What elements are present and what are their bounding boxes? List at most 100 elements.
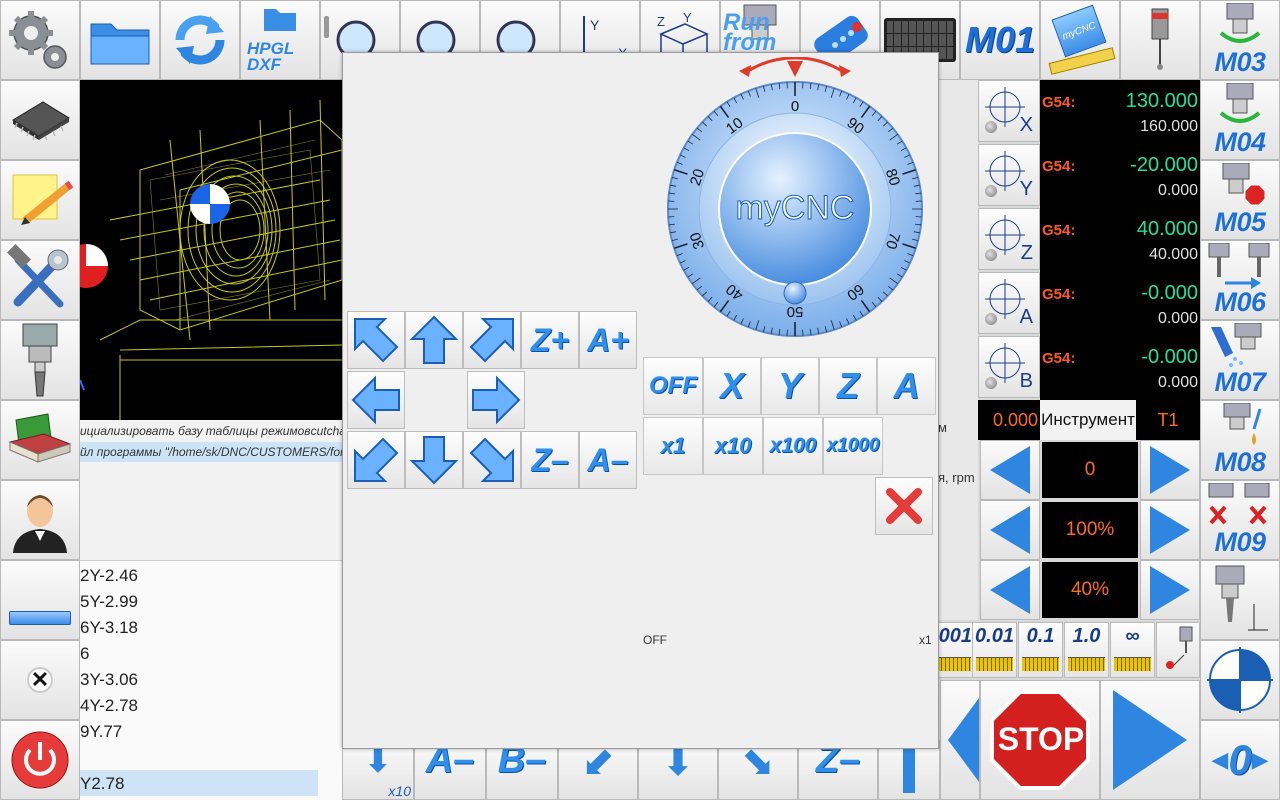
jog-up-right-button[interactable] [463, 311, 521, 369]
axis-select-a[interactable]: A [877, 357, 936, 415]
status-led [985, 377, 997, 389]
dro-z: G54: 40.000 40.000 [1040, 208, 1200, 272]
toolpath-3d-view[interactable] [80, 80, 342, 420]
axis-b-zero-button[interactable]: B [978, 336, 1040, 398]
axis-a-zero-button[interactable]: A [978, 272, 1040, 334]
jog-diag-button[interactable]: ⬊ [718, 740, 798, 800]
settings-button[interactable] [0, 0, 80, 80]
m04-button[interactable]: M04 [1200, 80, 1280, 160]
jog-down-right-button[interactable] [463, 431, 521, 489]
jog-up-button[interactable] [405, 311, 463, 369]
override-increase-button[interactable] [1140, 440, 1200, 500]
step-button[interactable]: 1.0 [1064, 622, 1109, 678]
library-button[interactable] [0, 400, 80, 480]
jog-z-minus-button[interactable]: Z– [521, 431, 579, 489]
power-button[interactable] [0, 720, 80, 800]
hpgl-dxf-button[interactable]: HPGL DXF [240, 0, 320, 80]
m03-button[interactable]: M03 [1200, 0, 1280, 80]
step-button[interactable]: 0.01 [972, 622, 1017, 678]
multiplier-x100[interactable]: x100 [763, 417, 823, 475]
reload-button[interactable] [160, 0, 240, 80]
arrow-down-left-icon [354, 437, 399, 482]
tool-length-button[interactable] [1200, 560, 1280, 640]
step-button[interactable]: ∞ [1110, 622, 1155, 678]
m06-button[interactable]: M06 [1200, 240, 1280, 320]
multiplier-x1000[interactable]: x1000 [823, 417, 883, 475]
close-dialog-button[interactable] [875, 477, 933, 535]
refresh-icon [175, 15, 225, 65]
step-label: ∞ [1125, 625, 1140, 647]
step-label: 0.1 [1026, 625, 1055, 647]
jog-a-minus-button[interactable]: A– [414, 740, 486, 800]
measure-button[interactable]: myCNC [1040, 0, 1120, 80]
multiplier-x1[interactable]: x1 [643, 417, 703, 475]
wcs-label: G54: [1042, 222, 1076, 239]
axis-y-zero-button[interactable]: Y [978, 144, 1040, 206]
override-decrease-button[interactable] [980, 560, 1040, 620]
reference-button[interactable] [1200, 640, 1280, 720]
hpgl-dxf-label: HPGL DXF [247, 39, 295, 74]
tool-length-value: 0.000 [978, 400, 1040, 440]
axis-select-off[interactable]: OFF [643, 357, 703, 415]
jog-z-minus-button[interactable]: Z– [798, 740, 878, 800]
jog-a-plus-button[interactable]: A+ [579, 311, 637, 369]
tools-button[interactable] [0, 240, 80, 320]
m01-button[interactable]: M01 [960, 0, 1040, 80]
jog-down-button[interactable]: ⬇ [638, 740, 718, 800]
handwheel-dial[interactable]: 0102030405060708090 myCNC [661, 57, 929, 339]
jog-b-minus-button[interactable]: B– [486, 740, 558, 800]
m03-label: M03 [1214, 47, 1266, 77]
axis-select-y[interactable]: Y [761, 357, 819, 415]
jog-z-plus-button[interactable]: Z+ [521, 311, 579, 369]
spindle-button[interactable] [0, 320, 80, 400]
m07-button[interactable]: M07 [1200, 320, 1280, 400]
axis-z-zero-button[interactable]: Z [978, 208, 1040, 270]
jog-down-left-button[interactable] [347, 431, 405, 489]
jog-diag-button[interactable]: ⬋ [558, 740, 638, 800]
override-decrease-button[interactable] [980, 500, 1040, 560]
override-increase-button[interactable] [1140, 560, 1200, 620]
axis-select-x[interactable]: X [703, 357, 761, 415]
gcode-scrollbar[interactable] [324, 16, 329, 38]
probe-step-button[interactable] [1156, 622, 1200, 678]
multiplier-x10[interactable]: x10 [703, 417, 763, 475]
coolant-off-icon [1208, 483, 1270, 525]
open-file-button[interactable] [80, 0, 160, 80]
minimize-button[interactable] [0, 560, 80, 640]
gcode-line: 4Y-2.78 [80, 696, 138, 715]
wcs-label: G54: [1042, 350, 1076, 367]
a-minus-label: A– [587, 441, 629, 478]
user-button[interactable] [0, 480, 80, 560]
axis-select-z[interactable]: Z [819, 357, 877, 415]
arrow-up-right-icon [469, 318, 514, 363]
wcs-label: G54: [1042, 94, 1076, 111]
zero-point-icon [1207, 647, 1273, 713]
stop-button[interactable]: STOP [980, 680, 1100, 800]
axis-x-zero-button[interactable]: X [978, 80, 1040, 142]
hardware-chip-button[interactable] [0, 80, 80, 160]
start-back-button[interactable] [940, 680, 980, 800]
mist-coolant-icon [1211, 323, 1262, 367]
jog-down-x10-button[interactable]: ⬇ x10 [342, 740, 414, 800]
override-increase-button[interactable] [1140, 500, 1200, 560]
jog-right-button[interactable] [467, 371, 525, 429]
notes-button[interactable] [0, 160, 80, 240]
override-decrease-button[interactable] [980, 440, 1040, 500]
m09-button[interactable]: M09 [1200, 480, 1280, 560]
jog-bar-button[interactable] [878, 740, 940, 800]
log-line-selected: йл программы "/home/sk/DNC/CUSTOMERS/for [80, 442, 342, 462]
tool-change-icon [1208, 243, 1270, 289]
jog-up-left-button[interactable] [347, 311, 405, 369]
probe-icon [1166, 626, 1193, 669]
go-to-zero-button[interactable]: ◀ 0 ▶ [1200, 720, 1280, 800]
probe-button[interactable] [1120, 0, 1200, 80]
step-button[interactable]: 0.1 [1018, 622, 1063, 678]
left-triangle-icon [948, 694, 979, 786]
m05-button[interactable]: STOP M05 [1200, 160, 1280, 240]
start-button[interactable] [1100, 680, 1200, 800]
m08-button[interactable]: M08 [1200, 400, 1280, 480]
jog-left-button[interactable] [347, 371, 405, 429]
jog-down-button[interactable] [405, 431, 463, 489]
jog-a-minus-button[interactable]: A– [579, 431, 637, 489]
close-program-button[interactable]: ✕ [0, 640, 80, 720]
